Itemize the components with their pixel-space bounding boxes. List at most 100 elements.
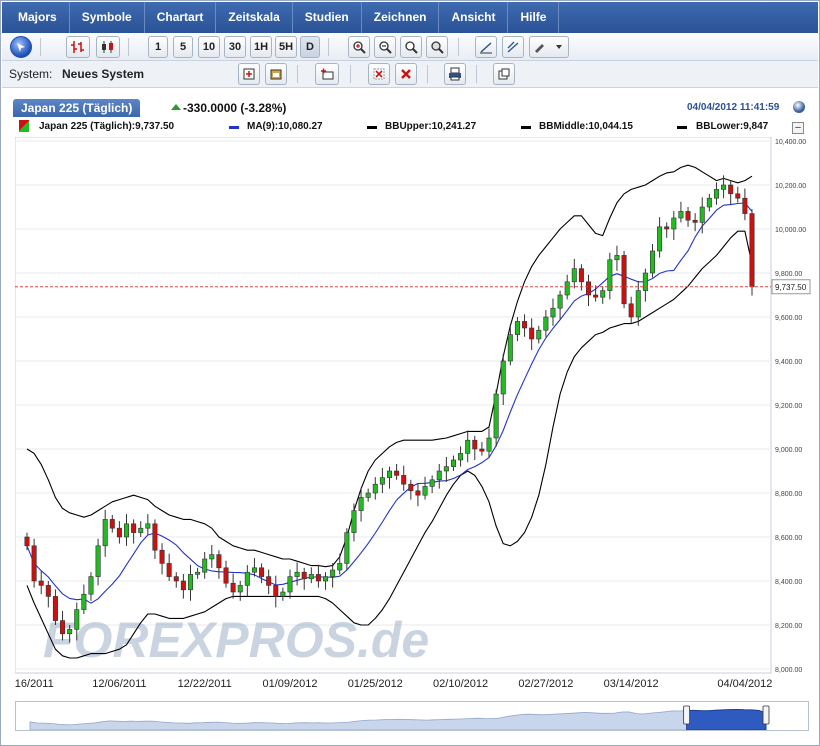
candle-body: [607, 259, 613, 291]
candle-body: [337, 563, 343, 571]
zoom-in-icon[interactable]: [348, 36, 370, 58]
trend-line-icon[interactable]: [475, 36, 497, 58]
price-chart[interactable]: FOREXPROS.de 8,000.00 8,200.00 8,400.00 8,6…: [15, 137, 811, 697]
candle-body: [323, 576, 329, 582]
candle-body: [216, 554, 222, 569]
navigator-area: [29, 709, 767, 731]
x-tick-label: 12/22/2011: [178, 678, 232, 690]
candle-body: [159, 549, 165, 564]
chart-window: Majors Symbole Chartart Zeitskala Studie…: [0, 0, 820, 746]
candle-body: [209, 554, 215, 560]
candle-body: [372, 483, 378, 494]
candle-body: [45, 585, 51, 597]
system-value[interactable]: Neues System: [62, 67, 144, 81]
x-tick-label: 02/27/2012: [518, 678, 573, 690]
bblower-swatch: [677, 126, 687, 129]
candle-body: [472, 439, 478, 450]
candle-body: [721, 184, 727, 190]
candle-body: [330, 569, 336, 577]
pointer-icon[interactable]: [10, 36, 32, 58]
menu-ansicht[interactable]: Ansicht: [439, 2, 509, 33]
y-axis: 8,000.00 8,200.00 8,400.00 8,600.00 8,800.00…: [775, 139, 806, 674]
menu-hilfe[interactable]: Hilfe: [508, 2, 560, 33]
candle-body: [742, 197, 748, 214]
timeframe-d[interactable]: D: [300, 36, 320, 58]
candle-body: [266, 576, 272, 586]
candle-body: [621, 255, 627, 305]
navigator-overview: [29, 705, 770, 731]
candle-body: [358, 497, 364, 511]
candle-body: [450, 459, 456, 467]
candle-body: [628, 303, 634, 318]
menu-zeitskala[interactable]: Zeitskala: [216, 2, 293, 33]
menu-zeichnen[interactable]: Zeichnen: [362, 2, 440, 33]
y-tick-label: 9,800.00: [775, 271, 802, 278]
price-swatch-icon: [19, 120, 29, 132]
system-label: System:: [9, 67, 53, 81]
y-tick-label: 10,200.00: [775, 183, 806, 190]
candlestick-icon[interactable]: [96, 36, 120, 58]
popout-window-icon[interactable]: [493, 63, 515, 85]
x-tick-label: 04/04/2012: [717, 678, 772, 690]
candle-body: [692, 219, 698, 223]
system-open-icon[interactable]: [265, 63, 287, 85]
print-icon[interactable]: [444, 63, 466, 85]
candle-body: [664, 226, 670, 230]
legend-collapse-button[interactable]: –: [792, 122, 804, 134]
legend-bbmiddle: BBMiddle:10,044.15: [539, 121, 633, 132]
candle-body: [308, 574, 314, 580]
candle-body: [479, 448, 485, 452]
candle-body: [38, 580, 44, 586]
candle-body: [244, 571, 250, 586]
system-new-icon[interactable]: [238, 63, 260, 85]
candle-body: [301, 571, 307, 580]
zoom-out-icon[interactable]: [374, 36, 396, 58]
timeframe-1[interactable]: 1: [148, 36, 168, 58]
candle-body: [749, 213, 755, 288]
timeframe-30[interactable]: 30: [224, 36, 246, 58]
bbmiddle-swatch: [521, 126, 531, 129]
candle-body: [678, 211, 684, 219]
candle-body: [187, 574, 193, 591]
chart-title-tab[interactable]: Japan 225 (Täglich): [13, 99, 141, 117]
candle-body: [735, 193, 741, 199]
candle-body: [408, 483, 414, 492]
candle-body: [458, 453, 464, 461]
candle-body: [436, 470, 442, 481]
candle-body: [60, 620, 66, 635]
fibonacci-icon[interactable]: [502, 36, 524, 58]
timeframe-5h[interactable]: 5H: [275, 36, 297, 58]
candle-body: [195, 571, 201, 575]
ohlc-bars-icon[interactable]: [66, 36, 90, 58]
timeframe-1h[interactable]: 1H: [250, 36, 272, 58]
info-icon[interactable]: [793, 101, 805, 113]
zoom-reset-icon[interactable]: [400, 36, 422, 58]
zoom-area-icon[interactable]: [426, 36, 448, 58]
y-tick-label: 9,600.00: [775, 315, 802, 322]
y-tick-label: 9,000.00: [775, 447, 802, 454]
timeframe-5[interactable]: 5: [173, 36, 193, 58]
candle-body: [24, 536, 30, 547]
candle-body: [593, 294, 599, 298]
menu-chartart[interactable]: Chartart: [145, 2, 217, 33]
menu-symbole[interactable]: Symbole: [70, 2, 145, 33]
system-remove-selected-icon[interactable]: [368, 63, 390, 85]
candle-body: [500, 360, 506, 395]
candle-body: [173, 576, 179, 582]
draw-pencil-dropdown[interactable]: [529, 36, 569, 58]
bbupper-swatch: [367, 126, 377, 129]
candle-body: [642, 272, 648, 291]
timeframe-10[interactable]: 10: [198, 36, 220, 58]
watermark: FOREXPROS.de: [43, 612, 429, 668]
time-navigator[interactable]: [15, 701, 809, 731]
up-arrow-icon: [171, 104, 181, 110]
system-add-indicator-icon[interactable]: [315, 63, 339, 85]
navigator-handle: [762, 705, 770, 725]
menu-majors[interactable]: Majors: [2, 2, 70, 33]
system-delete-icon[interactable]: [395, 63, 417, 85]
menu-studien[interactable]: Studien: [293, 2, 362, 33]
candle-body: [379, 477, 385, 485]
candle-body: [223, 567, 229, 584]
candle-body: [713, 189, 719, 199]
candle-body: [564, 281, 570, 296]
